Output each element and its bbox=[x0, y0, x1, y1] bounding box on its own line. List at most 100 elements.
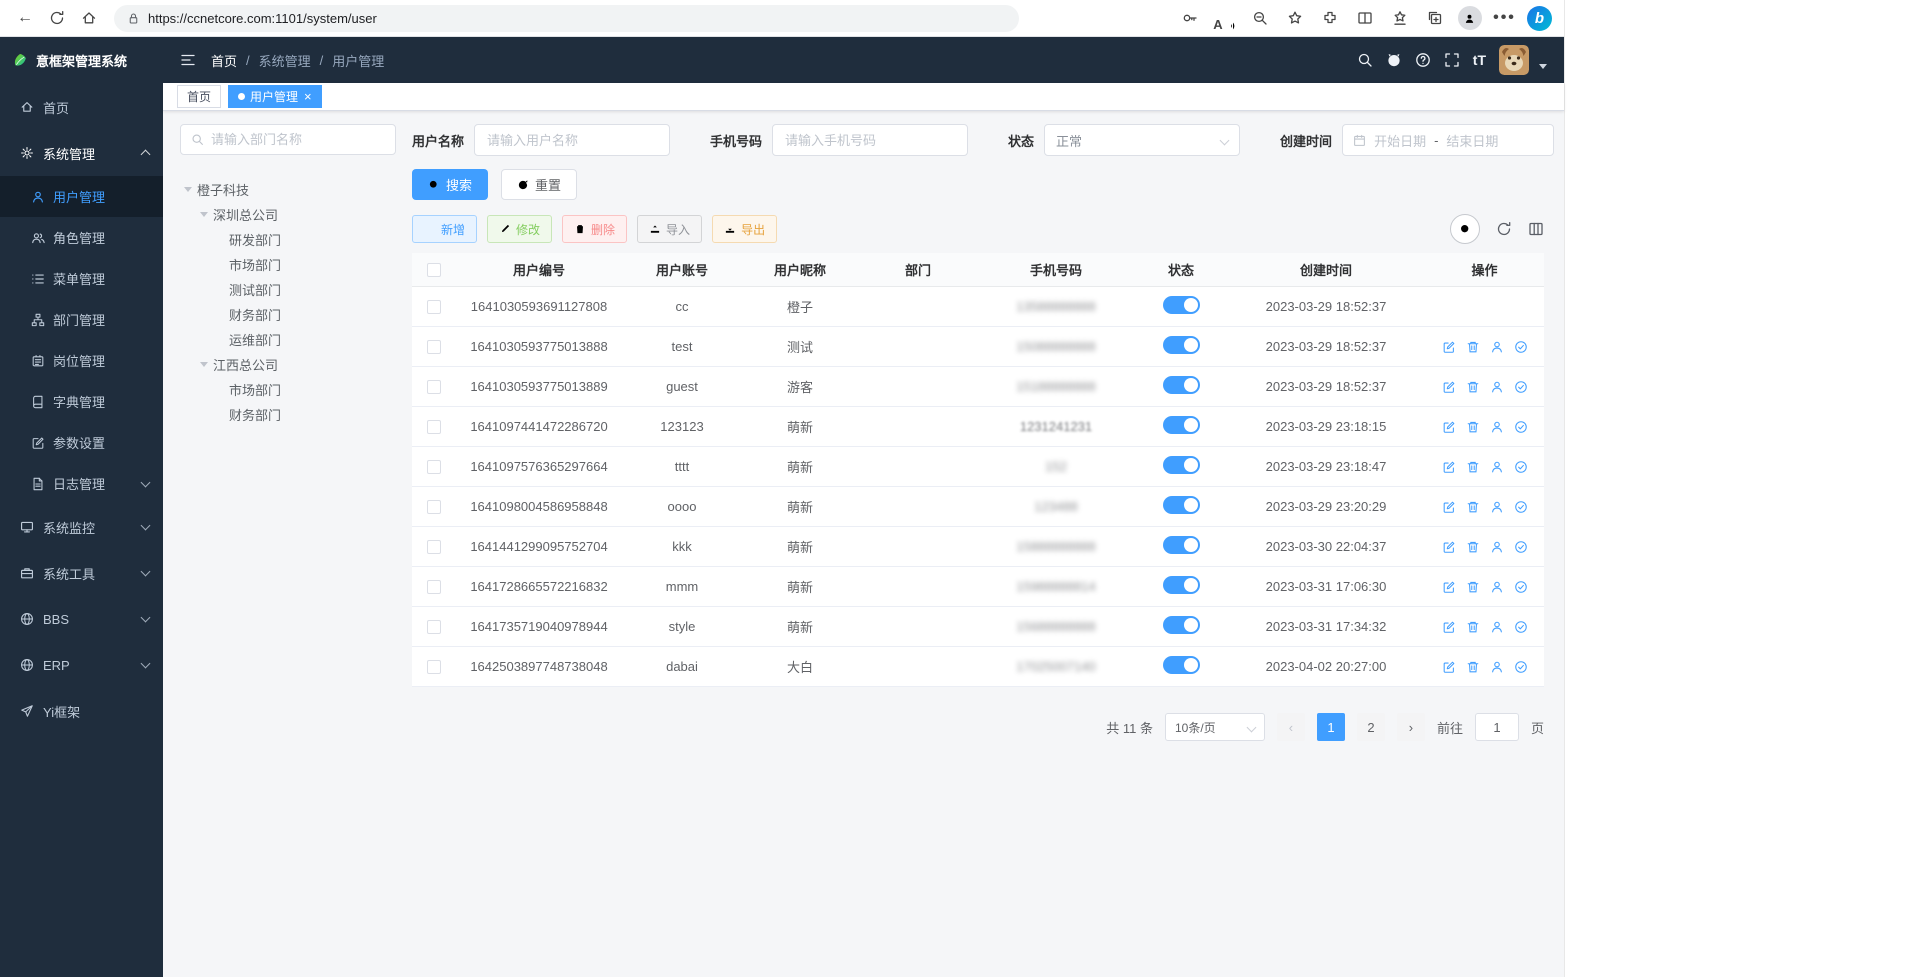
status-toggle[interactable] bbox=[1163, 376, 1200, 394]
dept-search-input[interactable] bbox=[211, 132, 385, 147]
sidebar-item-home[interactable]: 首页 bbox=[0, 84, 163, 130]
toggle-search-button[interactable] bbox=[1450, 214, 1480, 244]
assign-role-icon[interactable] bbox=[1514, 660, 1528, 674]
status-toggle[interactable] bbox=[1163, 336, 1200, 354]
sidebar-item-system-mgmt[interactable]: 系统管理 bbox=[0, 130, 163, 176]
select-all-checkbox[interactable] bbox=[427, 263, 441, 277]
extensions-icon[interactable] bbox=[1315, 4, 1344, 32]
status-toggle[interactable] bbox=[1163, 536, 1200, 554]
tab-home[interactable]: 首页 bbox=[177, 85, 221, 108]
status-toggle[interactable] bbox=[1163, 656, 1200, 674]
sidebar-item-menu-mgmt[interactable]: 菜单管理 bbox=[0, 258, 163, 299]
sidebar-item-system-monitor[interactable]: 系统监控 bbox=[0, 504, 163, 550]
row-checkbox[interactable] bbox=[427, 540, 441, 554]
edit-button[interactable]: 修改 bbox=[487, 215, 552, 243]
edit-icon[interactable] bbox=[1442, 460, 1456, 474]
import-button[interactable]: 导入 bbox=[637, 215, 702, 243]
reset-password-icon[interactable] bbox=[1490, 580, 1504, 594]
goto-page-input[interactable] bbox=[1475, 713, 1519, 741]
tree-node[interactable]: 橙子科技 bbox=[180, 177, 396, 202]
close-icon[interactable]: × bbox=[304, 90, 312, 103]
username-input[interactable] bbox=[474, 124, 670, 156]
sidebar-item-erp[interactable]: ERP bbox=[0, 642, 163, 688]
read-aloud-icon[interactable]: A bbox=[1210, 4, 1239, 32]
sidebar-item-dept-mgmt[interactable]: 部门管理 bbox=[0, 299, 163, 340]
reset-password-icon[interactable] bbox=[1490, 460, 1504, 474]
font-size-icon[interactable]: tT bbox=[1473, 52, 1486, 68]
status-toggle[interactable] bbox=[1163, 416, 1200, 434]
tree-node[interactable]: 市场部门 bbox=[180, 252, 396, 277]
grid-icon[interactable] bbox=[1528, 221, 1544, 237]
export-button[interactable]: 导出 bbox=[712, 215, 777, 243]
assign-role-icon[interactable] bbox=[1514, 460, 1528, 474]
hamburger-icon[interactable] bbox=[180, 52, 196, 68]
edit-icon[interactable] bbox=[1442, 540, 1456, 554]
refresh-icon[interactable] bbox=[42, 4, 72, 32]
prev-page-button[interactable]: ‹ bbox=[1277, 713, 1305, 741]
status-toggle[interactable] bbox=[1163, 496, 1200, 514]
row-checkbox[interactable] bbox=[427, 580, 441, 594]
more-options-icon[interactable]: ••• bbox=[1490, 4, 1519, 32]
zoom-out-icon[interactable] bbox=[1245, 4, 1274, 32]
status-toggle[interactable] bbox=[1163, 576, 1200, 594]
delete-icon[interactable] bbox=[1466, 340, 1480, 354]
sidebar-item-system-tools[interactable]: 系统工具 bbox=[0, 550, 163, 596]
row-checkbox[interactable] bbox=[427, 380, 441, 394]
sidebar-item-param-settings[interactable]: 参数设置 bbox=[0, 422, 163, 463]
favorites-icon[interactable] bbox=[1280, 4, 1309, 32]
status-select[interactable]: 正常 bbox=[1044, 124, 1240, 156]
edit-icon[interactable] bbox=[1442, 340, 1456, 354]
delete-icon[interactable] bbox=[1466, 420, 1480, 434]
assign-role-icon[interactable] bbox=[1514, 380, 1528, 394]
page-button-1[interactable]: 1 bbox=[1317, 713, 1345, 741]
back-icon[interactable]: ← bbox=[10, 4, 40, 32]
delete-icon[interactable] bbox=[1466, 380, 1480, 394]
tree-node[interactable]: 运维部门 bbox=[180, 327, 396, 352]
reset-button[interactable]: 重置 bbox=[501, 169, 577, 200]
chevron-down-icon[interactable] bbox=[1539, 64, 1547, 69]
tree-node[interactable]: 深圳总公司 bbox=[180, 202, 396, 227]
add-button[interactable]: 新增 bbox=[412, 215, 477, 243]
next-page-button[interactable]: › bbox=[1397, 713, 1425, 741]
delete-button[interactable]: 删除 bbox=[562, 215, 627, 243]
delete-icon[interactable] bbox=[1466, 540, 1480, 554]
delete-icon[interactable] bbox=[1466, 620, 1480, 634]
assign-role-icon[interactable] bbox=[1514, 540, 1528, 554]
dept-search-box[interactable] bbox=[180, 124, 396, 155]
github-icon[interactable] bbox=[1386, 52, 1402, 68]
reset-password-icon[interactable] bbox=[1490, 500, 1504, 514]
search-icon[interactable] bbox=[1357, 52, 1373, 68]
assign-role-icon[interactable] bbox=[1514, 340, 1528, 354]
reset-password-icon[interactable] bbox=[1490, 660, 1504, 674]
status-toggle[interactable] bbox=[1163, 616, 1200, 634]
page-size-select[interactable]: 10条/页 bbox=[1165, 713, 1265, 741]
edit-icon[interactable] bbox=[1442, 420, 1456, 434]
sidebar-item-bbs[interactable]: BBS bbox=[0, 596, 163, 642]
fullscreen-icon[interactable] bbox=[1444, 52, 1460, 68]
assign-role-icon[interactable] bbox=[1514, 620, 1528, 634]
status-toggle[interactable] bbox=[1163, 296, 1200, 314]
edit-icon[interactable] bbox=[1442, 620, 1456, 634]
reset-password-icon[interactable] bbox=[1490, 540, 1504, 554]
profile-icon[interactable] bbox=[1455, 4, 1484, 32]
favorites-bar-icon[interactable] bbox=[1385, 4, 1414, 32]
phone-input[interactable] bbox=[772, 124, 968, 156]
edit-icon[interactable] bbox=[1442, 380, 1456, 394]
row-checkbox[interactable] bbox=[427, 620, 441, 634]
help-icon[interactable] bbox=[1415, 52, 1431, 68]
delete-icon[interactable] bbox=[1466, 660, 1480, 674]
row-checkbox[interactable] bbox=[427, 660, 441, 674]
reset-password-icon[interactable] bbox=[1490, 620, 1504, 634]
assign-role-icon[interactable] bbox=[1514, 500, 1528, 514]
row-checkbox[interactable] bbox=[427, 500, 441, 514]
reset-password-icon[interactable] bbox=[1490, 420, 1504, 434]
key-icon[interactable] bbox=[1175, 4, 1204, 32]
sidebar-item-role-mgmt[interactable]: 角色管理 bbox=[0, 217, 163, 258]
row-checkbox[interactable] bbox=[427, 460, 441, 474]
reset-password-icon[interactable] bbox=[1490, 340, 1504, 354]
home-icon[interactable] bbox=[74, 4, 104, 32]
tree-node[interactable]: 江西总公司 bbox=[180, 352, 396, 377]
tree-node[interactable]: 财务部门 bbox=[180, 402, 396, 427]
copilot-icon[interactable]: b bbox=[1525, 4, 1554, 32]
assign-role-icon[interactable] bbox=[1514, 420, 1528, 434]
